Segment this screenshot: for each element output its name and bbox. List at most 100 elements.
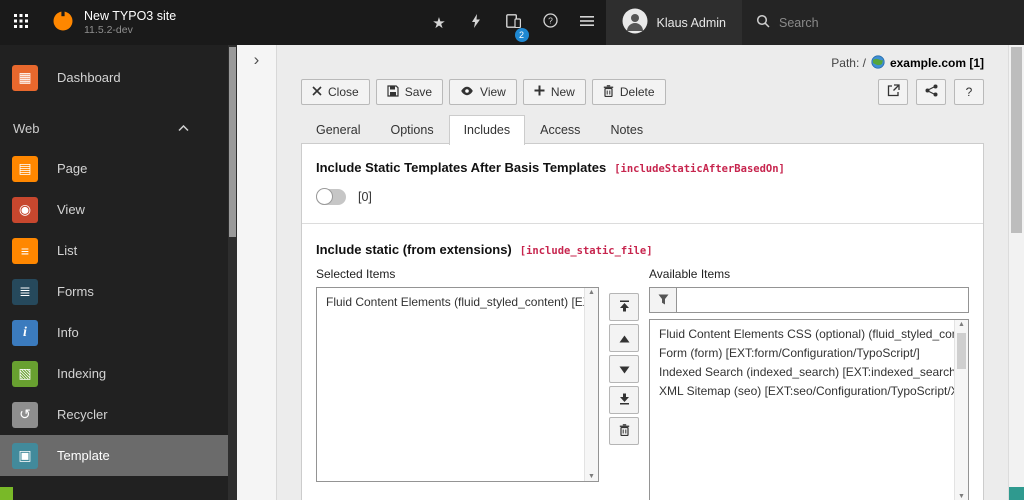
selected-option[interactable]: Fluid Content Elements (fluid_styled_con… [317, 288, 598, 312]
search-input[interactable] [779, 15, 1010, 30]
sidebar-item-label: Dashboard [57, 70, 121, 85]
view-icon: ◉ [12, 196, 38, 223]
info-icon: i [12, 319, 38, 346]
static-after-field-code: [includeStaticAfterBasedOn] [614, 163, 785, 175]
tab-options[interactable]: Options [375, 115, 448, 144]
more-menu-button[interactable] [569, 0, 606, 45]
available-items-label: Available Items [649, 267, 731, 281]
view-button[interactable]: View [449, 79, 517, 105]
external-link-icon [887, 84, 900, 100]
sidebar-item-indexing[interactable]: ▧ Indexing [0, 353, 228, 394]
available-items-list[interactable]: Fluid Content Elements CSS (optional) (f… [649, 319, 969, 500]
teal-corner-marker [1009, 487, 1024, 500]
tab-notes[interactable]: Notes [595, 115, 658, 144]
typo3-backend: New TYPO3 site 11.5.2-dev ★ 2 ? Klaus Ad… [0, 0, 1024, 500]
move-down-button[interactable] [609, 355, 639, 383]
sidebar-scrollbar[interactable] [228, 45, 237, 500]
clear-cache-button[interactable] [458, 0, 495, 45]
notification-badge: 2 [514, 28, 529, 42]
filter-input[interactable] [676, 287, 969, 313]
tab-access[interactable]: Access [525, 115, 595, 144]
new-button[interactable]: New [522, 79, 586, 105]
scroll-down-arrow-icon[interactable]: ▼ [585, 473, 598, 480]
available-option[interactable]: Indexed Search (indexed_search) [EXT:ind… [650, 363, 968, 382]
static-after-toggle[interactable] [316, 188, 346, 205]
delete-button[interactable]: Delete [591, 79, 666, 105]
doc-header-right-buttons: ? [878, 79, 984, 105]
modules-grid-button[interactable] [0, 0, 42, 45]
lightning-icon [470, 13, 482, 32]
scroll-up-arrow-icon[interactable]: ▲ [585, 289, 598, 296]
arrow-down-icon [619, 362, 630, 377]
trash-icon [603, 84, 614, 100]
tab-general[interactable]: General [301, 115, 375, 144]
star-icon: ★ [432, 14, 446, 32]
selected-list-scrollbar[interactable]: ▲ ▼ [584, 288, 598, 481]
green-corner-marker [0, 487, 13, 500]
chevron-up-icon [178, 124, 189, 132]
available-option[interactable]: XML Sitemap (seo) [EXT:seo/Configuration… [650, 382, 968, 401]
system-information-button[interactable]: 2 [495, 0, 532, 45]
close-button[interactable]: Close [301, 79, 370, 105]
share-icon [925, 84, 938, 100]
help-circle-icon: ? [542, 13, 558, 32]
available-option[interactable]: Fluid Content Elements CSS (optional) (f… [650, 320, 968, 344]
sidebar-item-label: Template [57, 448, 110, 463]
expand-pagetree-button[interactable]: › [254, 51, 260, 68]
context-help-button[interactable]: ? [954, 79, 984, 105]
save-button-label: Save [404, 85, 433, 99]
sidebar-item-label: Forms [57, 284, 94, 299]
move-up-button[interactable] [609, 324, 639, 352]
filter-button[interactable] [649, 287, 676, 313]
content-area: Path: / example.com [1] Close Save View … [277, 45, 1008, 500]
doc-header-toolbar: Close Save View New Delete ? [301, 79, 984, 105]
move-to-top-button[interactable] [609, 293, 639, 321]
static-after-label: Include Static Templates After Basis Tem… [316, 160, 607, 175]
view-button-label: View [480, 85, 506, 99]
sidebar-section-label: Web [13, 120, 40, 136]
available-option[interactable]: Form (form) [EXT:form/Configuration/Typo… [650, 344, 968, 363]
open-in-new-window-button[interactable] [878, 79, 908, 105]
forms-icon: ≣ [12, 278, 38, 305]
move-to-bottom-button[interactable] [609, 386, 639, 414]
include-static-field: Include static (from extensions) [include… [316, 242, 969, 500]
share-button[interactable] [916, 79, 946, 105]
arrow-up-icon [619, 331, 630, 346]
sidebar-item-list[interactable]: ≡ List [0, 230, 228, 271]
scrollbar-thumb[interactable] [957, 333, 966, 369]
sidebar-item-forms[interactable]: ≣ Forms [0, 271, 228, 312]
sidebar-item-info[interactable]: i Info [0, 312, 228, 353]
module-menu: ▦ Dashboard Web ▤ Page ◉ View ≡ List ≣ F… [0, 45, 228, 500]
tab-includes[interactable]: Includes [448, 115, 526, 145]
static-after-toggle-value: [0] [358, 190, 372, 204]
sidebar-item-dashboard[interactable]: ▦ Dashboard [0, 57, 228, 98]
save-button[interactable]: Save [375, 79, 444, 105]
selected-items-list[interactable]: Fluid Content Elements (fluid_styled_con… [316, 287, 599, 482]
multiselect-columns: Selected Items Fluid Content Elements (f… [316, 267, 969, 500]
sidebar-item-view[interactable]: ◉ View [0, 189, 228, 230]
sidebar-item-recycler[interactable]: ↺ Recycler [0, 394, 228, 435]
template-icon: ▣ [12, 442, 38, 469]
includes-tab-panel: Include Static Templates After Basis Tem… [301, 143, 984, 500]
available-items-filter [649, 287, 969, 313]
help-menu-button[interactable]: ? [532, 0, 569, 45]
main-scrollbar[interactable] [1008, 45, 1024, 500]
bookmarks-button[interactable]: ★ [421, 0, 458, 45]
brand[interactable]: New TYPO3 site 11.5.2-dev [42, 0, 186, 45]
user-menu[interactable]: Klaus Admin [605, 0, 742, 45]
available-list-scrollbar[interactable]: ▲ ▼ [954, 320, 968, 500]
sidebar-section-web[interactable]: Web [0, 108, 228, 148]
sidebar-item-page[interactable]: ▤ Page [0, 148, 228, 189]
remove-item-button[interactable] [609, 417, 639, 445]
sidebar-scrollbar-thumb[interactable] [229, 47, 236, 237]
sidebar-item-label: Info [57, 325, 79, 340]
sidebar-item-template[interactable]: ▣ Template [0, 435, 228, 476]
scroll-up-arrow-icon[interactable]: ▲ [955, 321, 968, 328]
main-scrollbar-thumb[interactable] [1011, 47, 1022, 233]
scroll-down-arrow-icon[interactable]: ▼ [955, 493, 968, 500]
search-icon [756, 14, 770, 31]
site-title: New TYPO3 site [84, 8, 177, 23]
plus-icon [534, 85, 545, 99]
sidebar-item-label: List [57, 243, 78, 258]
